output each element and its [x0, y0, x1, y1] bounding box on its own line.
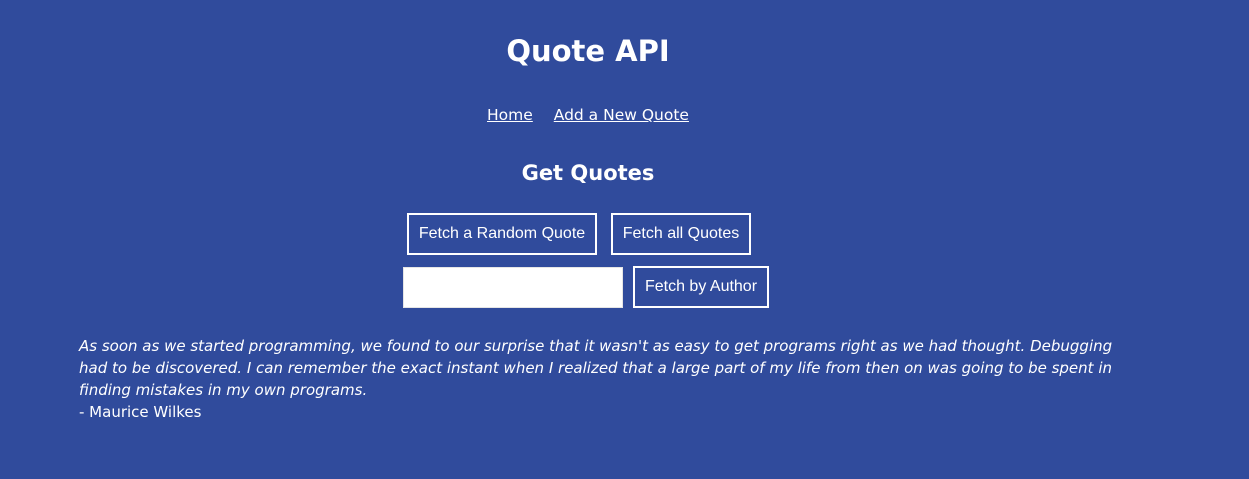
section-heading: Get Quotes: [521, 161, 655, 185]
nav-home-link[interactable]: Home: [487, 106, 533, 124]
main-nav: Home Add a New Quote: [0, 105, 1176, 125]
fetch-by-author-button[interactable]: Fetch by Author: [633, 266, 769, 308]
page: Quote API Home Add a New Quote Get Quote…: [0, 0, 1176, 479]
quote-author: - Maurice Wilkes: [79, 403, 202, 421]
fetch-random-quote-button[interactable]: Fetch a Random Quote: [407, 213, 597, 255]
quote-block: As soon as we started programming, we fo…: [79, 335, 1119, 423]
fetch-all-quotes-button[interactable]: Fetch all Quotes: [611, 213, 751, 255]
author-input[interactable]: [403, 267, 623, 308]
page-title: Quote API: [506, 34, 670, 68]
nav-add-quote-link[interactable]: Add a New Quote: [554, 106, 689, 124]
quote-text: As soon as we started programming, we fo…: [79, 337, 1113, 399]
